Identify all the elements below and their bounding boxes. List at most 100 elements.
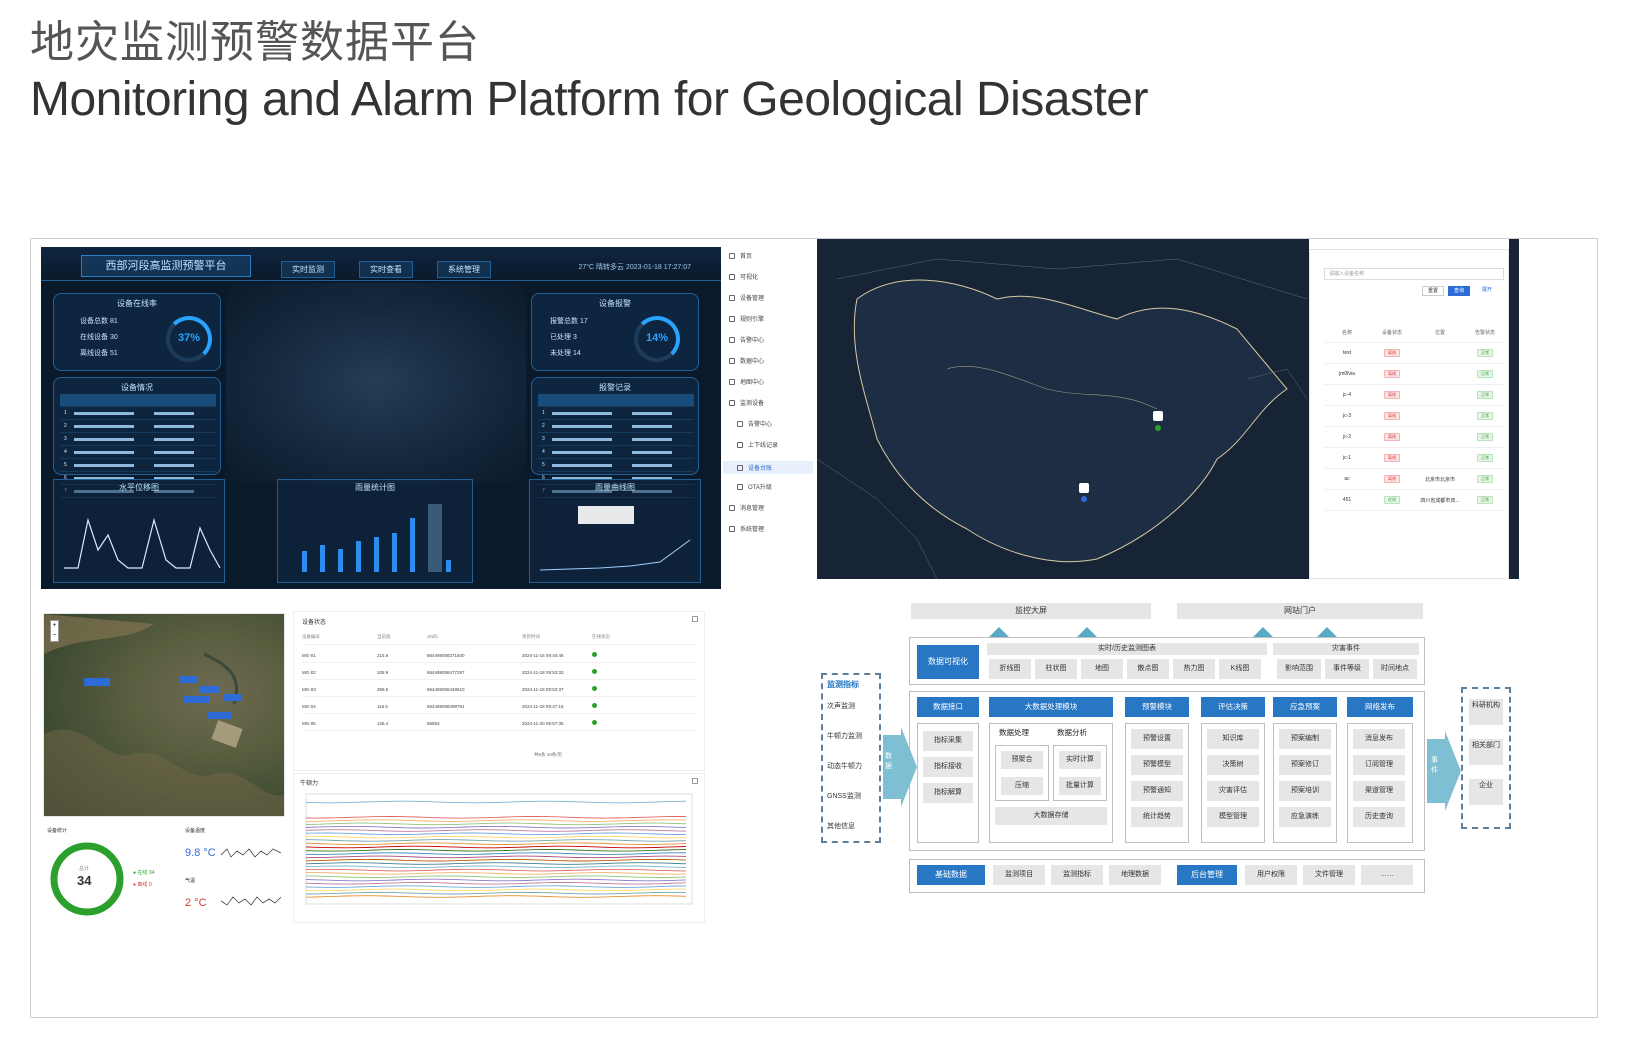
- sidebar-item[interactable]: 告警中心: [729, 335, 764, 344]
- table-row[interactable]: jc-3 离线 正常: [1324, 406, 1504, 427]
- device-search-input[interactable]: 请输入设备名称: [1324, 268, 1504, 280]
- reset-button[interactable]: 重置: [1422, 286, 1444, 296]
- cell-sn: 864499058449510: [427, 686, 465, 692]
- table-row[interactable]: 1: [60, 407, 216, 420]
- table-row[interactable]: 451 在线 四川省成都市双... 正常: [1324, 490, 1504, 511]
- series-line: [305, 800, 687, 804]
- table-row[interactable]: MG-05 128.4 86583 2024-11-20 09:57:38: [302, 716, 697, 731]
- row-bar: [74, 437, 134, 441]
- table-row[interactable]: 4: [538, 446, 694, 459]
- map-label-icon[interactable]: [200, 686, 220, 693]
- table-row[interactable]: jc-4 离线 正常: [1324, 385, 1504, 406]
- device-list-panel: 请输入设备名称 重置 查询 展开 名称 设备状态 位置 告警状态 test 离线 正常 jm0…: [1309, 249, 1509, 579]
- table-row[interactable]: MG-04 116.5 864499058499791 2024-11-18 09:4…: [302, 699, 697, 714]
- rainfall-bar-chart: 雨量统计图: [277, 479, 473, 583]
- column-header: 更新时间: [522, 634, 540, 639]
- map-marker-icon[interactable]: [1079, 483, 1089, 493]
- row-index: 2: [64, 423, 67, 429]
- map-label-icon[interactable]: [184, 696, 210, 703]
- table-row[interactable]: 4: [60, 446, 216, 459]
- sidebar-item[interactable]: 地图中心: [729, 377, 764, 386]
- arch-chart-type: K线图: [1219, 659, 1261, 679]
- rainfall-curve-svg: [539, 506, 691, 571]
- sidebar-item[interactable]: 消息管理: [729, 503, 764, 512]
- status-badge: 正常: [1477, 349, 1493, 357]
- alarm-percent: 14%: [646, 332, 669, 344]
- dashboard-tab[interactable]: 实时监测: [281, 261, 335, 278]
- sidebar-item[interactable]: 规则引擎: [729, 314, 764, 323]
- table-row[interactable]: MG-03 398.6 864499058449510 2024-11-18 09:5…: [302, 682, 697, 697]
- table-row[interactable]: jc-2 离线 正常: [1324, 427, 1504, 448]
- map-label-icon[interactable]: [180, 676, 198, 683]
- table-row[interactable]: 5: [60, 459, 216, 472]
- table-row[interactable]: MG-01 215.6 864498058371840 2024-11-15 09:4…: [302, 648, 697, 663]
- status-badge: 正常: [1477, 370, 1493, 378]
- arch-item: 预警设置: [1131, 729, 1183, 749]
- map-marker-icon[interactable]: [1153, 411, 1163, 421]
- sidebar-item-icon: [729, 505, 735, 512]
- cell-name: jc-1: [1342, 455, 1352, 461]
- series-line: [305, 891, 687, 895]
- series-line: [305, 858, 687, 862]
- table-header: 设备编号 当前值 SN码 更新时间 在线状态: [302, 630, 697, 645]
- expand-icon[interactable]: [692, 616, 698, 622]
- arch-item: 实时计算: [1059, 751, 1101, 769]
- map-label-icon[interactable]: [208, 712, 232, 719]
- query-button[interactable]: 查询: [1448, 286, 1470, 296]
- map-pin-icon[interactable]: [1155, 425, 1161, 431]
- pagination[interactable]: 共5条 10条/页: [534, 752, 562, 758]
- table-row[interactable]: 3: [60, 433, 216, 446]
- cell-id: MG-04: [302, 703, 316, 709]
- table-row[interactable]: 2: [538, 420, 694, 433]
- map-label-icon[interactable]: [224, 694, 242, 701]
- monitor-table-title: 设备状态: [302, 620, 327, 626]
- rainfall-bar-title: 雨量统计图: [355, 483, 395, 492]
- column-header: 位置: [1434, 329, 1445, 336]
- table-row[interactable]: test 离线 正常: [1324, 343, 1504, 364]
- sidebar-item-label: 数据中心: [740, 359, 765, 365]
- sidebar-item[interactable]: 首页: [729, 251, 752, 260]
- sidebar-item[interactable]: 设备台账: [723, 461, 813, 474]
- device-alarm-title: 设备报警: [599, 299, 631, 308]
- sidebar-item[interactable]: 设备管理: [729, 293, 764, 302]
- device-online-card: 设备在线率 设备总数 81 在线设备 30 离线设备 51 37%: [53, 293, 221, 371]
- sidebar-item[interactable]: 告警中心: [737, 419, 772, 428]
- cell-location: 四川省成都市双...: [1420, 497, 1460, 504]
- online-dot-icon: [592, 703, 597, 708]
- table-row[interactable]: ac 离线 北京市北京市 正常: [1324, 469, 1504, 490]
- arch-out-label: 事件: [1431, 757, 1438, 774]
- sidebar-item[interactable]: 可视化: [729, 272, 758, 281]
- expand-button[interactable]: 展开: [1474, 286, 1500, 296]
- table-row[interactable]: jm0fvia 离线 正常: [1324, 364, 1504, 385]
- zoom-control[interactable]: + −: [50, 620, 59, 642]
- sidebar-item-icon: [737, 421, 743, 428]
- satellite-map[interactable]: + −: [43, 613, 285, 817]
- online-dot-icon: [592, 720, 597, 725]
- column-header: 设备状态: [1381, 329, 1402, 336]
- sidebar-item[interactable]: 监测设备: [729, 398, 764, 407]
- air-value: 2 °C: [185, 897, 207, 909]
- table-row[interactable]: 5: [538, 459, 694, 472]
- table-row[interactable]: 3: [538, 433, 694, 446]
- sidebar-item[interactable]: 数据中心: [729, 356, 764, 365]
- rainfall-bar: [410, 518, 415, 572]
- cell-value: 108.9: [377, 669, 389, 675]
- sidebar-item[interactable]: 系统管理: [729, 524, 764, 533]
- cell-status: 在线: [1370, 496, 1414, 504]
- table-row[interactable]: 1: [538, 407, 694, 420]
- table-row[interactable]: jc-1 离线 正常: [1324, 448, 1504, 469]
- sidebar-item[interactable]: OTA升级: [737, 482, 772, 491]
- sidebar-item-label: 设备管理: [740, 296, 765, 302]
- dashboard-tab[interactable]: 实时查看: [359, 261, 413, 278]
- dashboard-tab[interactable]: 系统管理: [437, 261, 491, 278]
- cell-location: 北京市北京市: [1424, 476, 1455, 483]
- map-label-icon[interactable]: [84, 678, 110, 686]
- map-pin-icon[interactable]: [1081, 496, 1087, 502]
- table-row[interactable]: 2: [60, 420, 216, 433]
- temp-label: 设备温度: [185, 828, 206, 834]
- series-line: [305, 875, 687, 878]
- table-row[interactable]: MG-02 108.9 864499058477297 2024-11-18 09:5…: [302, 665, 697, 680]
- cell-sn: 864499058499791: [427, 703, 465, 709]
- sidebar-item[interactable]: 上下线记录: [737, 440, 778, 449]
- china-map[interactable]: [817, 239, 1309, 579]
